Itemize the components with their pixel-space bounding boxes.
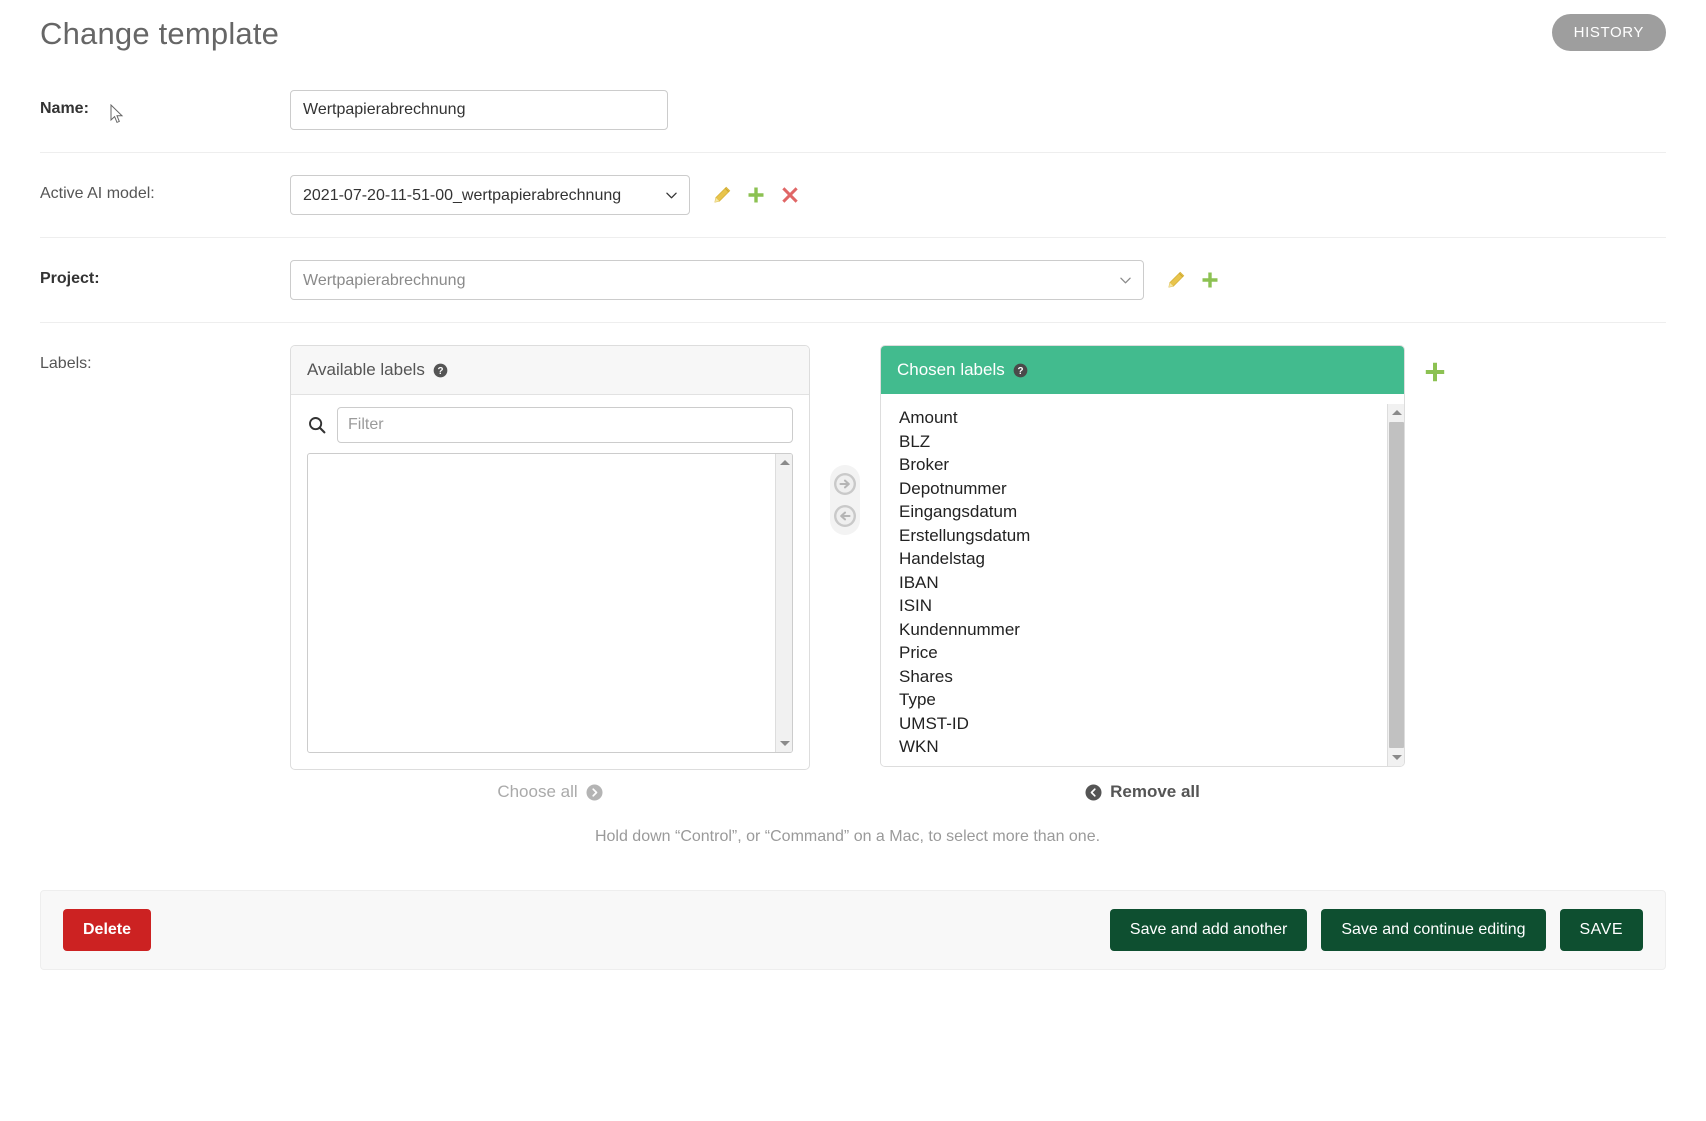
available-labels-header: Available labels ? [291, 346, 809, 395]
chosen-labels-panel: Chosen labels ? Amount BLZ Broker Depotnumm… [880, 345, 1405, 767]
active-ai-model-label: Active AI model: [40, 185, 155, 202]
chosen-label-option[interactable]: IBAN [899, 571, 1386, 595]
project-field-wrapper: Wertpapierabrechnung [290, 260, 1666, 300]
scroll-down-icon[interactable] [776, 735, 792, 752]
labels-field-wrapper: Available labels ? Filter Chosen labels … [290, 345, 1666, 846]
cross-icon[interactable] [780, 185, 800, 205]
history-button[interactable]: HISTORY [1551, 14, 1666, 51]
name-input[interactable] [290, 90, 668, 130]
chevron-right-circle-icon [586, 784, 603, 801]
chosen-labels-header: Chosen labels ? [881, 346, 1404, 394]
arrow-left-circle-icon[interactable] [830, 501, 860, 531]
chosen-label-option[interactable]: BLZ [899, 430, 1386, 454]
selection-hint: Hold down “Control”, or “Command” on a M… [594, 828, 1101, 845]
submit-row: Delete Save and add another Save and con… [40, 890, 1666, 970]
available-filter-row [291, 395, 809, 453]
form-row-project: Project: Wertpapierabrechnung [40, 237, 1666, 322]
question-mark-icon[interactable]: ? [433, 363, 448, 378]
chevron-left-circle-icon [1085, 784, 1102, 801]
chosen-label-option[interactable]: Broker [899, 453, 1386, 477]
footer-spacer [810, 782, 880, 802]
delete-button[interactable]: Delete [63, 909, 152, 951]
transfer-controls [810, 345, 880, 535]
chosen-label-option[interactable]: Erstellungsdatum [899, 524, 1386, 548]
project-actions [1166, 260, 1220, 300]
chosen-label-option[interactable]: Type [899, 688, 1386, 712]
name-label: Name: [40, 100, 89, 117]
chosen-label-option[interactable]: Price [899, 641, 1386, 665]
available-labels-listbox[interactable] [307, 453, 793, 753]
project-label: Project: [40, 270, 100, 287]
form-row-labels: Labels: Available labels ? Filter Chosen… [40, 322, 1666, 868]
remove-all-label: Remove all [1110, 782, 1200, 801]
available-labels-title: Available labels [307, 360, 425, 379]
transfer-arrow-stack [830, 465, 860, 535]
svg-text:?: ? [1017, 365, 1023, 376]
scroll-up-icon[interactable] [776, 454, 792, 471]
active-ai-model-select[interactable]: 2021-07-20-11-51-00_wertpapierabrechnung [290, 175, 690, 215]
dual-list-footer: Choose all Remove all [290, 782, 1666, 802]
project-select[interactable]: Wertpapierabrechnung [290, 260, 1144, 300]
form-row-name: Name: [40, 72, 1666, 152]
active-ai-model-field-wrapper: 2021-07-20-11-51-00_wertpapierabrechnung [290, 175, 1666, 215]
save-and-add-another-button[interactable]: Save and add another [1109, 909, 1308, 951]
chosen-list-scrollbar[interactable] [1387, 404, 1404, 766]
plus-icon[interactable] [1424, 361, 1446, 383]
question-mark-icon[interactable]: ? [1013, 363, 1028, 378]
arrow-right-circle-icon[interactable] [830, 469, 860, 499]
page-title: Change template [40, 16, 280, 51]
search-icon [307, 415, 327, 435]
chosen-label-option[interactable]: ISIN [899, 594, 1386, 618]
name-field-wrapper [290, 90, 1666, 130]
form-container: Name: Active AI model: 2021-07-20-11-51-… [40, 72, 1666, 868]
choose-all-label: Choose all [497, 782, 578, 801]
available-labels-list[interactable] [308, 454, 774, 752]
chosen-label-option[interactable]: Amount [899, 406, 1386, 430]
plus-icon[interactable] [746, 185, 766, 205]
scroll-down-icon[interactable] [1388, 749, 1404, 766]
project-select-wrapper: Wertpapierabrechnung [290, 260, 1144, 300]
chosen-labels-list[interactable]: Amount BLZ Broker Depotnummer Eingangsdatum E… [881, 404, 1386, 766]
svg-text:?: ? [437, 365, 443, 376]
chosen-label-option[interactable]: Eingangsdatum [899, 500, 1386, 524]
pencil-icon[interactable] [712, 185, 732, 205]
chosen-label-option[interactable]: Depotnummer [899, 477, 1386, 501]
labels-label: Labels: [40, 355, 92, 372]
save-and-continue-editing-button[interactable]: Save and continue editing [1321, 909, 1546, 951]
chosen-label-option[interactable]: WKN [899, 735, 1386, 759]
chosen-label-option[interactable]: UMST-ID [899, 712, 1386, 736]
change-template-page: Change template HISTORY Name: Active AI … [0, 0, 1706, 1121]
form-row-active-ai-model: Active AI model: 2021-07-20-11-51-00_wer… [40, 152, 1666, 237]
plus-icon[interactable] [1200, 270, 1220, 290]
chosen-labels-listbox[interactable]: Amount BLZ Broker Depotnummer Eingangsdatum E… [881, 404, 1404, 766]
chosen-labels-title: Chosen labels [897, 360, 1005, 379]
add-label-column [1405, 345, 1465, 383]
active-ai-model-select-wrapper: 2021-07-20-11-51-00_wertpapierabrechnung [290, 175, 690, 215]
scroll-up-icon[interactable] [1388, 404, 1404, 421]
available-labels-panel: Available labels ? [290, 345, 810, 770]
pencil-icon[interactable] [1166, 270, 1186, 290]
dual-list-selector: Available labels ? Filter Chosen labels … [290, 345, 1666, 770]
available-list-scrollbar[interactable] [775, 454, 792, 752]
scrollbar-thumb[interactable] [1389, 422, 1404, 748]
chosen-label-option[interactable]: Shares [899, 665, 1386, 689]
remove-all-button[interactable]: Remove all [880, 782, 1405, 802]
chosen-label-option[interactable]: Kundennummer [899, 618, 1386, 642]
chosen-label-option[interactable]: Handelstag [899, 547, 1386, 571]
active-ai-model-actions [712, 175, 800, 215]
save-button[interactable]: SAVE [1559, 909, 1643, 951]
page-header: Change template HISTORY [0, 0, 1706, 72]
choose-all-button[interactable]: Choose all [290, 782, 810, 802]
filter-input[interactable] [337, 407, 793, 443]
